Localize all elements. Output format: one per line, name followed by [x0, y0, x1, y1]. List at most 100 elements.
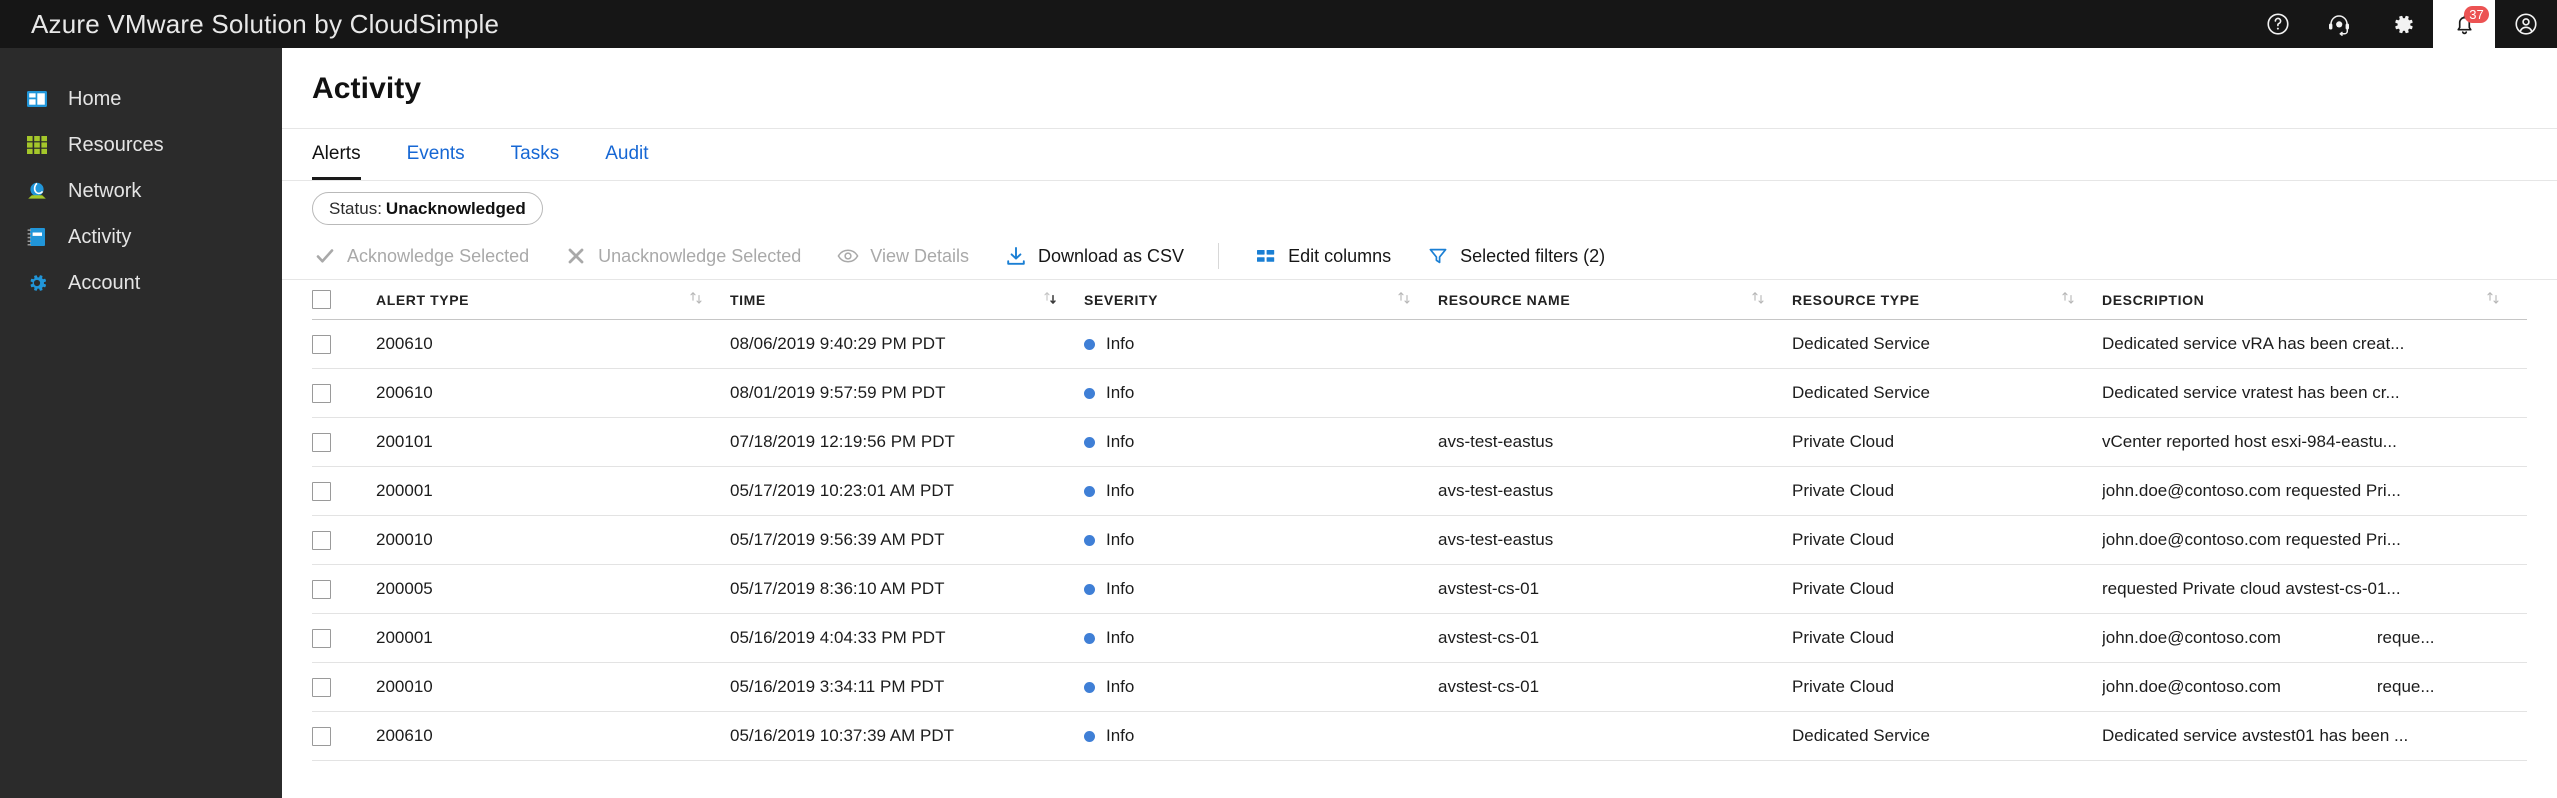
row-select-cell — [312, 432, 376, 452]
table-row[interactable]: 200610 05/16/2019 10:37:39 AM PDT Info D… — [312, 712, 2527, 761]
severity-label: Info — [1106, 432, 1135, 451]
column-header-alert-type[interactable]: ALERT TYPE — [376, 290, 730, 309]
column-header-time[interactable]: TIME — [730, 290, 1084, 309]
cell-alert-type: 200610 — [376, 383, 433, 402]
sidebar-item-account[interactable]: Account — [0, 260, 282, 306]
gear-icon — [24, 270, 50, 296]
unacknowledge-selected-label: Unacknowledge Selected — [598, 245, 802, 266]
download-csv-button[interactable]: Download as CSV — [1003, 245, 1184, 267]
gear-icon — [2389, 11, 2416, 38]
sidebar-item-label: Network — [68, 179, 142, 202]
sort-icon[interactable] — [2485, 290, 2501, 309]
notifications-icon-button[interactable]: 37 — [2433, 0, 2495, 48]
select-all-cell — [312, 290, 376, 309]
sidebar-item-network[interactable]: Network — [0, 168, 282, 214]
cell-resource-type: Dedicated Service — [1792, 334, 1930, 353]
cell-time: 05/17/2019 8:36:10 AM PDT — [730, 579, 945, 598]
description-part-1: john.doe@contoso.com — [2102, 628, 2281, 647]
edit-columns-button[interactable]: Edit columns — [1253, 245, 1391, 267]
sort-icon[interactable] — [2060, 290, 2076, 309]
help-icon-button[interactable] — [2247, 0, 2309, 48]
select-all-checkbox[interactable] — [312, 290, 331, 309]
view-details-label: View Details — [870, 245, 969, 266]
support-icon-button[interactable] — [2309, 0, 2371, 48]
column-header-label: TIME — [730, 291, 766, 308]
tab-tasks[interactable]: Tasks — [511, 129, 560, 180]
row-checkbox[interactable] — [312, 628, 331, 648]
tab-audit[interactable]: Audit — [605, 129, 648, 180]
table-row[interactable]: 200005 05/17/2019 8:36:10 AM PDT Info av… — [312, 565, 2527, 614]
row-select-cell — [312, 726, 376, 746]
view-details-button[interactable]: View Details — [835, 245, 969, 267]
sidebar-item-home[interactable]: Home — [0, 76, 282, 122]
network-globe-icon — [24, 178, 50, 204]
column-header-description[interactable]: DESCRIPTION — [2102, 290, 2527, 309]
cell-alert-type: 200010 — [376, 530, 433, 549]
row-checkbox[interactable] — [312, 432, 331, 452]
row-checkbox[interactable] — [312, 383, 331, 403]
sidebar-item-resources[interactable]: Resources — [0, 122, 282, 168]
row-checkbox[interactable] — [312, 726, 331, 746]
description-part-1: john.doe@contoso.com — [2102, 677, 2281, 696]
row-select-cell — [312, 677, 376, 697]
columns-icon — [1253, 245, 1279, 267]
sidebar-item-label: Activity — [68, 225, 132, 248]
severity-label: Info — [1106, 726, 1135, 745]
description-part-2: reque... — [2376, 677, 2435, 696]
sort-icon-active-desc[interactable] — [1042, 290, 1058, 309]
cell-resource-type: Private Cloud — [1792, 530, 1895, 549]
table-row[interactable]: 200010 05/17/2019 9:56:39 AM PDT Info av… — [312, 516, 2527, 565]
support-headset-icon — [2326, 11, 2354, 37]
account-icon-button[interactable] — [2495, 0, 2557, 48]
page-title: Activity — [312, 72, 422, 105]
row-checkbox[interactable] — [312, 677, 331, 697]
column-header-resource-type[interactable]: RESOURCE TYPE — [1792, 290, 2102, 309]
row-checkbox[interactable] — [312, 579, 331, 599]
cell-severity: Info — [1084, 579, 1438, 599]
table-header-row: ALERT TYPE TIME SEVERITY RESOURCE NAME R… — [312, 280, 2527, 320]
row-checkbox[interactable] — [312, 334, 331, 354]
acknowledge-selected-button[interactable]: Acknowledge Selected — [312, 245, 529, 267]
cell-alert-type: 200005 — [376, 579, 433, 598]
top-bar: Azure VMware Solution by CloudSimple 37 — [0, 0, 2557, 48]
unacknowledge-selected-button[interactable]: Unacknowledge Selected — [563, 245, 801, 267]
acknowledge-selected-label: Acknowledge Selected — [347, 245, 530, 266]
cell-resource-type: Private Cloud — [1792, 432, 1895, 451]
table-row[interactable]: 200001 05/17/2019 10:23:01 AM PDT Info a… — [312, 467, 2527, 516]
selected-filters-button[interactable]: Selected filters (2) — [1425, 245, 1605, 267]
column-header-label: DESCRIPTION — [2102, 291, 2205, 308]
selected-filters-label: Selected filters (2) — [1460, 245, 1606, 266]
cell-severity: Info — [1084, 383, 1438, 403]
cell-severity: Info — [1084, 726, 1438, 746]
cell-resource-name: avstest-cs-01 — [1438, 628, 1540, 647]
settings-icon-button[interactable] — [2371, 0, 2433, 48]
severity-label: Info — [1106, 677, 1135, 696]
status-filter-chip[interactable]: Status: Unacknowledged — [312, 192, 543, 225]
sort-icon[interactable] — [1750, 290, 1766, 309]
severity-label: Info — [1106, 334, 1135, 353]
sort-icon[interactable] — [688, 290, 704, 309]
table-row[interactable]: 200101 07/18/2019 12:19:56 PM PDT Info a… — [312, 418, 2527, 467]
cell-time: 05/17/2019 10:23:01 AM PDT — [730, 481, 954, 500]
column-header-severity[interactable]: SEVERITY — [1084, 290, 1438, 309]
cell-time: 05/16/2019 4:04:33 PM PDT — [730, 628, 946, 647]
cell-resource-name: avstest-cs-01 — [1438, 579, 1540, 598]
status-filter-chip-value: Unacknowledged — [385, 198, 526, 218]
column-header-resource-name[interactable]: RESOURCE NAME — [1438, 290, 1792, 309]
sidebar-item-activity[interactable]: Activity — [0, 214, 282, 260]
table-row[interactable]: 200610 08/06/2019 9:40:29 PM PDT Info De… — [312, 320, 2527, 369]
tab-events[interactable]: Events — [407, 129, 465, 180]
cell-resource-name: avs-test-eastus — [1438, 432, 1554, 451]
account-icon — [2513, 11, 2539, 37]
grid-icon — [24, 132, 50, 158]
table-row[interactable]: 200010 05/16/2019 3:34:11 PM PDT Info av… — [312, 663, 2527, 712]
row-checkbox[interactable] — [312, 481, 331, 501]
tab-alerts[interactable]: Alerts — [312, 129, 361, 180]
table-row[interactable]: 200610 08/01/2019 9:57:59 PM PDT Info De… — [312, 369, 2527, 418]
sort-icon[interactable] — [1396, 290, 1412, 309]
row-select-cell — [312, 481, 376, 501]
table-row[interactable]: 200001 05/16/2019 4:04:33 PM PDT Info av… — [312, 614, 2527, 663]
severity-dot-icon — [1084, 387, 1095, 399]
row-checkbox[interactable] — [312, 530, 331, 550]
cell-resource-type: Private Cloud — [1792, 579, 1895, 598]
